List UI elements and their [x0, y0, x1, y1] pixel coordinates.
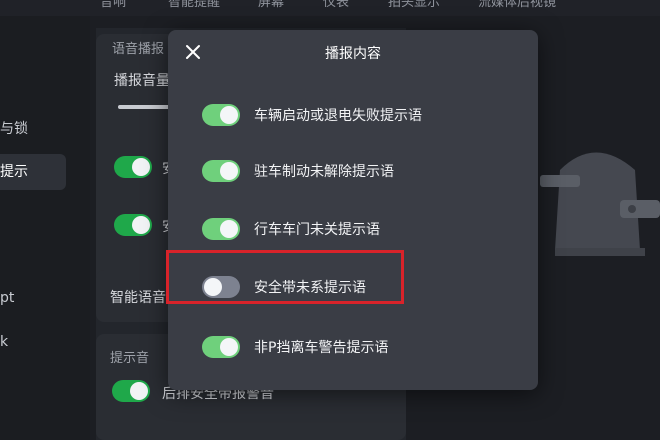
toggle-switch[interactable]: [202, 160, 240, 182]
tab-hud[interactable]: 拍头显示: [388, 0, 440, 10]
modal-title: 播报内容: [325, 46, 381, 62]
smart-voice-label: 智能语音: [110, 290, 166, 306]
toggle-knob: [132, 158, 150, 176]
list-item[interactable]: 车辆启动或退电失败提示语: [168, 96, 538, 140]
tab-smart-reminder[interactable]: 智能提醒: [168, 0, 220, 10]
broadcast-content-modal: 播报内容 车辆启动或退电失败提示语 驻车制动未解除提示语 行车车门未关提示语 安…: [168, 30, 538, 390]
tab-audio[interactable]: 音响: [100, 0, 126, 10]
nav-item-k[interactable]: k: [0, 334, 8, 350]
toggle-knob: [220, 106, 238, 124]
toggle-knob: [220, 162, 238, 180]
car-illustration: [540, 152, 660, 256]
top-tab-bar: 音响 智能提醒 屏幕 仪表 拍头显示 流媒体后视镜: [0, 0, 660, 16]
list-item[interactable]: 非P挡离车警告提示语: [168, 328, 538, 372]
item-label: 行车车门未关提示语: [254, 222, 380, 238]
nav-item-lock[interactable]: 与锁: [0, 118, 28, 138]
toggle-knob: [220, 220, 238, 238]
rear-belt-toggle[interactable]: [112, 380, 150, 402]
toggle-knob: [130, 382, 148, 400]
left-nav: 与锁 提示 pt k: [0, 16, 90, 440]
tab-screen[interactable]: 屏幕: [258, 0, 284, 10]
bg-toggle-1[interactable]: [114, 156, 152, 178]
toggle-knob: [220, 338, 238, 356]
nav-item-pt[interactable]: pt: [0, 290, 14, 306]
section-broadcast-title: 语音播报: [112, 42, 165, 57]
toggle-knob: [132, 216, 150, 234]
volume-label: 播报音量: [114, 73, 170, 89]
toggle-switch[interactable]: [202, 104, 240, 126]
list-item[interactable]: 行车车门未关提示语: [168, 210, 538, 254]
item-label: 非P挡离车警告提示语: [254, 340, 389, 356]
toggle-switch[interactable]: [202, 218, 240, 240]
nav-item-prompts[interactable]: 提示: [0, 154, 66, 190]
toggle-switch[interactable]: [202, 336, 240, 358]
tab-streaming-mirror[interactable]: 流媒体后视镜: [478, 0, 556, 10]
bg-toggle-2[interactable]: [114, 214, 152, 236]
tab-instrument[interactable]: 仪表: [323, 0, 349, 10]
nav-item-label: 提示: [0, 164, 28, 180]
prompt-sound-title: 提示音: [110, 351, 150, 366]
item-label: 驻车制动未解除提示语: [254, 164, 394, 180]
modal-header: 播报内容: [168, 30, 538, 74]
list-item[interactable]: 驻车制动未解除提示语: [168, 152, 538, 196]
item-label: 车辆启动或退电失败提示语: [254, 108, 422, 124]
highlight-box: [166, 250, 404, 304]
